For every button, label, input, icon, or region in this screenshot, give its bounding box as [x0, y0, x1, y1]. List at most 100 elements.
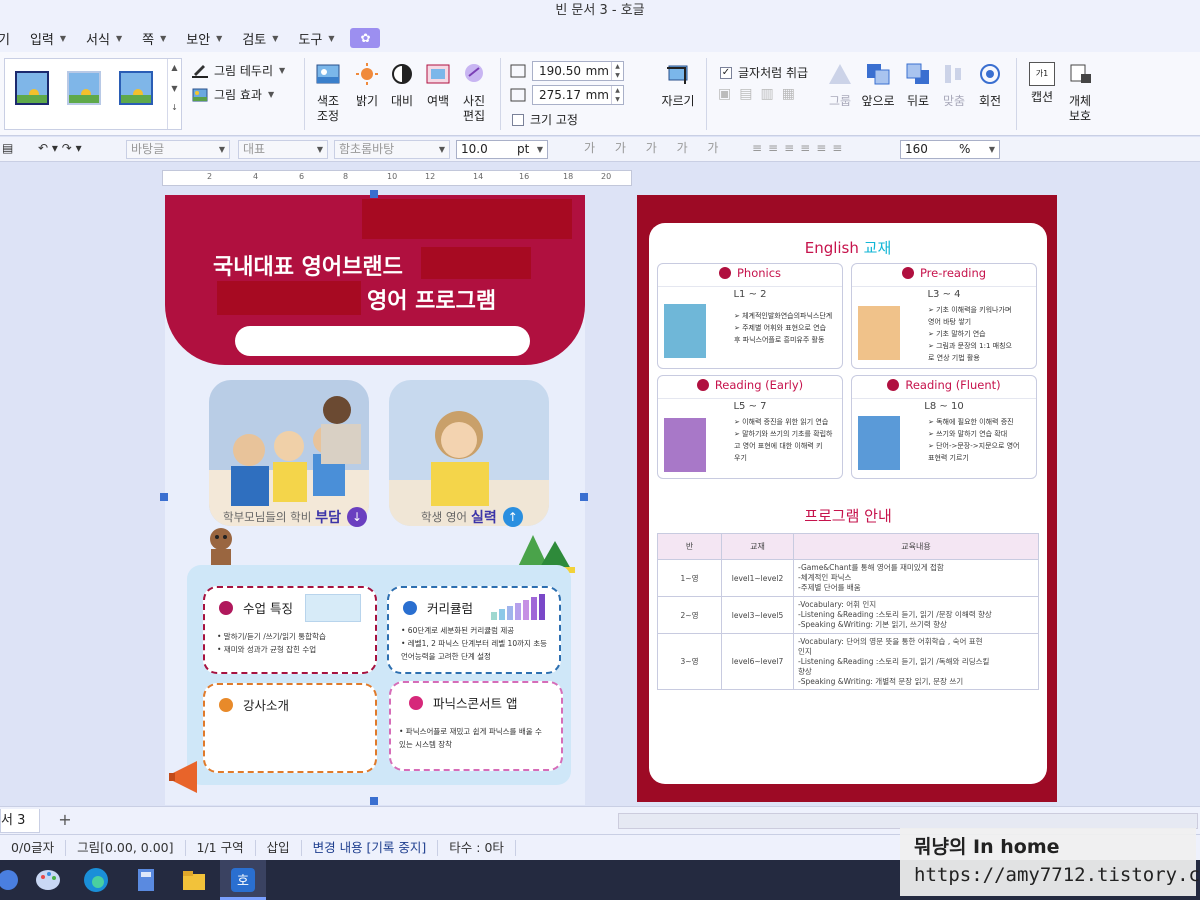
chevron-down-icon: ▼ [171, 84, 178, 93]
status-char-count: 0/0글자 [0, 839, 67, 856]
edge-browser-icon[interactable] [82, 866, 110, 894]
font-size-input[interactable]: 10.0 pt ▼ [456, 140, 548, 159]
wrap-behind-icon[interactable]: ▥ [760, 86, 773, 102]
width-icon [510, 64, 526, 78]
chevron-down-icon: ▼ [272, 33, 279, 43]
picture-effect-button[interactable]: 그림 효과 ▼ [192, 86, 274, 103]
book-cover [664, 304, 706, 358]
width-spinbox[interactable]: 190.50 mm ▲ ▼ [532, 61, 624, 81]
ribbon-separator [304, 58, 305, 130]
undo-icon[interactable]: ↶ ▾ [38, 141, 58, 155]
spin-arrows[interactable]: ▲ ▼ [611, 86, 623, 104]
fix-size-label: 크기 고정 [530, 113, 578, 127]
calculator-icon[interactable] [132, 866, 160, 894]
paint-palette-icon[interactable] [34, 866, 62, 894]
menu-format[interactable]: 서식 ▼ [76, 26, 132, 50]
crop-button[interactable]: 자르기 [656, 62, 700, 109]
menu-bar: 기 입력 ▼ 서식 ▼ 쪽 ▼ 보안 ▼ 검토 ▼ 도구 ▼ ✿ [0, 24, 1200, 52]
menu-page[interactable]: 쪽 ▼ [132, 26, 176, 50]
hangul-word-icon[interactable]: 호 [229, 866, 257, 894]
menu-label: 서식 [86, 32, 110, 48]
level-line: ➢ 기초 이해력을 키워나가며 [928, 306, 1012, 314]
height-spinbox[interactable]: 275.17 mm ▲ ▼ [532, 85, 624, 105]
table-cell: 3~영 [657, 633, 722, 690]
chevron-down-icon: ▼ [536, 145, 543, 154]
card-line: • 파닉스어플로 재밌고 쉽게 파닉스를 배울 수 [399, 727, 542, 736]
level-card-phonics: Phonics L1 ~ 2 ➢ 체계적인발화연습의파닉스단계 ➢ 주제별 어휘… [657, 263, 843, 369]
card-body: • 60단계로 세분화된 커리큘럼 제공 • 레벨1, 2 파닉스 단계부터 레… [401, 624, 547, 663]
menu-tools[interactable]: 도구 ▼ [288, 26, 344, 50]
wrap-top-bottom-icon[interactable]: ▤ [739, 86, 752, 102]
picture-style-thumb-2[interactable] [67, 71, 101, 105]
menu-partial[interactable]: 기 [0, 26, 20, 50]
menu-review[interactable]: 검토 ▼ [232, 26, 288, 50]
cell-line: -Game&Chant를 통해 영어를 재미있게 접함 [798, 563, 944, 572]
wrap-options: ▣ ▤ ▥ ▦ [718, 86, 812, 104]
picture-context-tab[interactable]: ✿ [350, 28, 381, 48]
representative-select[interactable]: 대표 ▼ [238, 140, 328, 159]
bring-front-button[interactable]: 앞으로 [856, 62, 900, 109]
zoom-select[interactable]: 160% ▼ [900, 140, 1000, 159]
table-cell: level6~level7 [721, 633, 794, 690]
add-tab-button[interactable]: + [52, 809, 78, 833]
rotate-icon [980, 64, 1000, 84]
photo-edit-button[interactable]: 사진 편집 [452, 62, 496, 124]
app-icon[interactable] [0, 866, 22, 894]
gallery-scroll[interactable]: ▲ ▼ ↓ [167, 59, 181, 129]
font-select[interactable]: 함초롬바탕 ▼ [334, 140, 450, 159]
level-card-header: Phonics [658, 266, 842, 280]
redo-icon[interactable]: ↷ ▾ [62, 141, 82, 155]
char-format-buttons[interactable]: 가 가 가 가 가 [584, 140, 744, 159]
resize-handle[interactable] [160, 493, 168, 501]
wrap-front-icon[interactable]: ▦ [782, 86, 795, 102]
horizontal-scrollbar[interactable] [618, 813, 1198, 829]
send-back-icon [906, 63, 929, 84]
resize-handle[interactable] [580, 493, 588, 501]
rotate-button[interactable]: 회전 [968, 62, 1012, 109]
treat-as-char-checkbox[interactable]: ✓ 글자처럼 취급 [720, 64, 808, 81]
spin-arrows[interactable]: ▲ ▼ [611, 62, 623, 80]
resize-handle[interactable] [370, 797, 378, 805]
fix-size-checkbox[interactable]: 크기 고정 [512, 111, 578, 128]
status-track-changes[interactable]: 변경 내용 [기록 중지] [302, 839, 439, 856]
cell-line: -Listening &Reading :스토리 듣기, 읽기 /독해와 리딩스… [798, 656, 990, 666]
ruler-tick-label: 20 [601, 172, 612, 181]
picture-border-button[interactable]: 그림 테두리 ▼ [192, 62, 285, 79]
font-size-unit: pt [517, 142, 530, 156]
picture-style-thumb-1[interactable] [15, 71, 49, 105]
ruler-tick-label: 4 [253, 172, 259, 181]
card-title: 강사소개 [219, 695, 289, 714]
menu-label: 검토 [242, 32, 267, 48]
crop-icon [667, 65, 688, 84]
table-cell: -Vocabulary: 어휘 인지 -Listening &Reading :… [793, 596, 1039, 634]
menu-security[interactable]: 보안 ▼ [176, 26, 232, 50]
toggle-icon[interactable]: ▤ [2, 140, 16, 159]
file-explorer-icon[interactable] [180, 866, 208, 894]
status-insert-mode[interactable]: 삽입 [256, 839, 302, 856]
level-icon [901, 267, 914, 279]
table-row: 3~영 level6~level7 -Vocabulary: 단어의 영문 뜻을… [657, 633, 1039, 690]
document-tab[interactable]: 서 3 [0, 809, 41, 833]
document-page-1[interactable]: 국내대표 영어브랜드 영어 프로그램 학부모님들의 학비 부담 ↓ 학생 영어 실력… [165, 195, 585, 805]
level-line: ➢ 말하기와 쓰기의 기초를 확립하 [734, 430, 833, 438]
chevron-down-icon: ▼ [218, 145, 225, 154]
undo-redo-buttons[interactable]: ↶ ▾ ↷ ▾ [38, 140, 98, 159]
level-card-header: Reading (Early) [658, 378, 842, 392]
watermark-line-1: 뭐냥의 In home [914, 836, 1060, 858]
object-protect-button[interactable]: 개체 보호 [1058, 62, 1102, 124]
level-line: ➢ 단어->문장->지문으로 영어 [928, 442, 1020, 450]
card-line: • 재미와 성과가 균형 잡힌 수업 [217, 645, 317, 654]
megaphone-icon [169, 761, 197, 793]
color-adjust-button[interactable]: 색조 조정 [306, 62, 350, 124]
picture-style-thumb-3[interactable] [119, 71, 153, 105]
document-page-2[interactable]: English 교재 Phonics L1 ~ 2 ➢ 체계적인발화연습의파닉스… [637, 195, 1057, 802]
paragraph-align-buttons[interactable]: ≡≡≡≡≡≡ [752, 140, 892, 159]
level-range: L5 ~ 7 [658, 398, 842, 412]
menu-insert[interactable]: 입력 ▼ [20, 26, 76, 50]
resize-handle[interactable] [370, 190, 378, 198]
wrap-square-icon[interactable]: ▣ [718, 86, 731, 102]
level-range: L3 ~ 4 [852, 286, 1036, 300]
ground-shape [121, 95, 151, 103]
style-select[interactable]: 바탕글 ▼ [126, 140, 230, 159]
menu-label: 보안 [186, 32, 211, 48]
